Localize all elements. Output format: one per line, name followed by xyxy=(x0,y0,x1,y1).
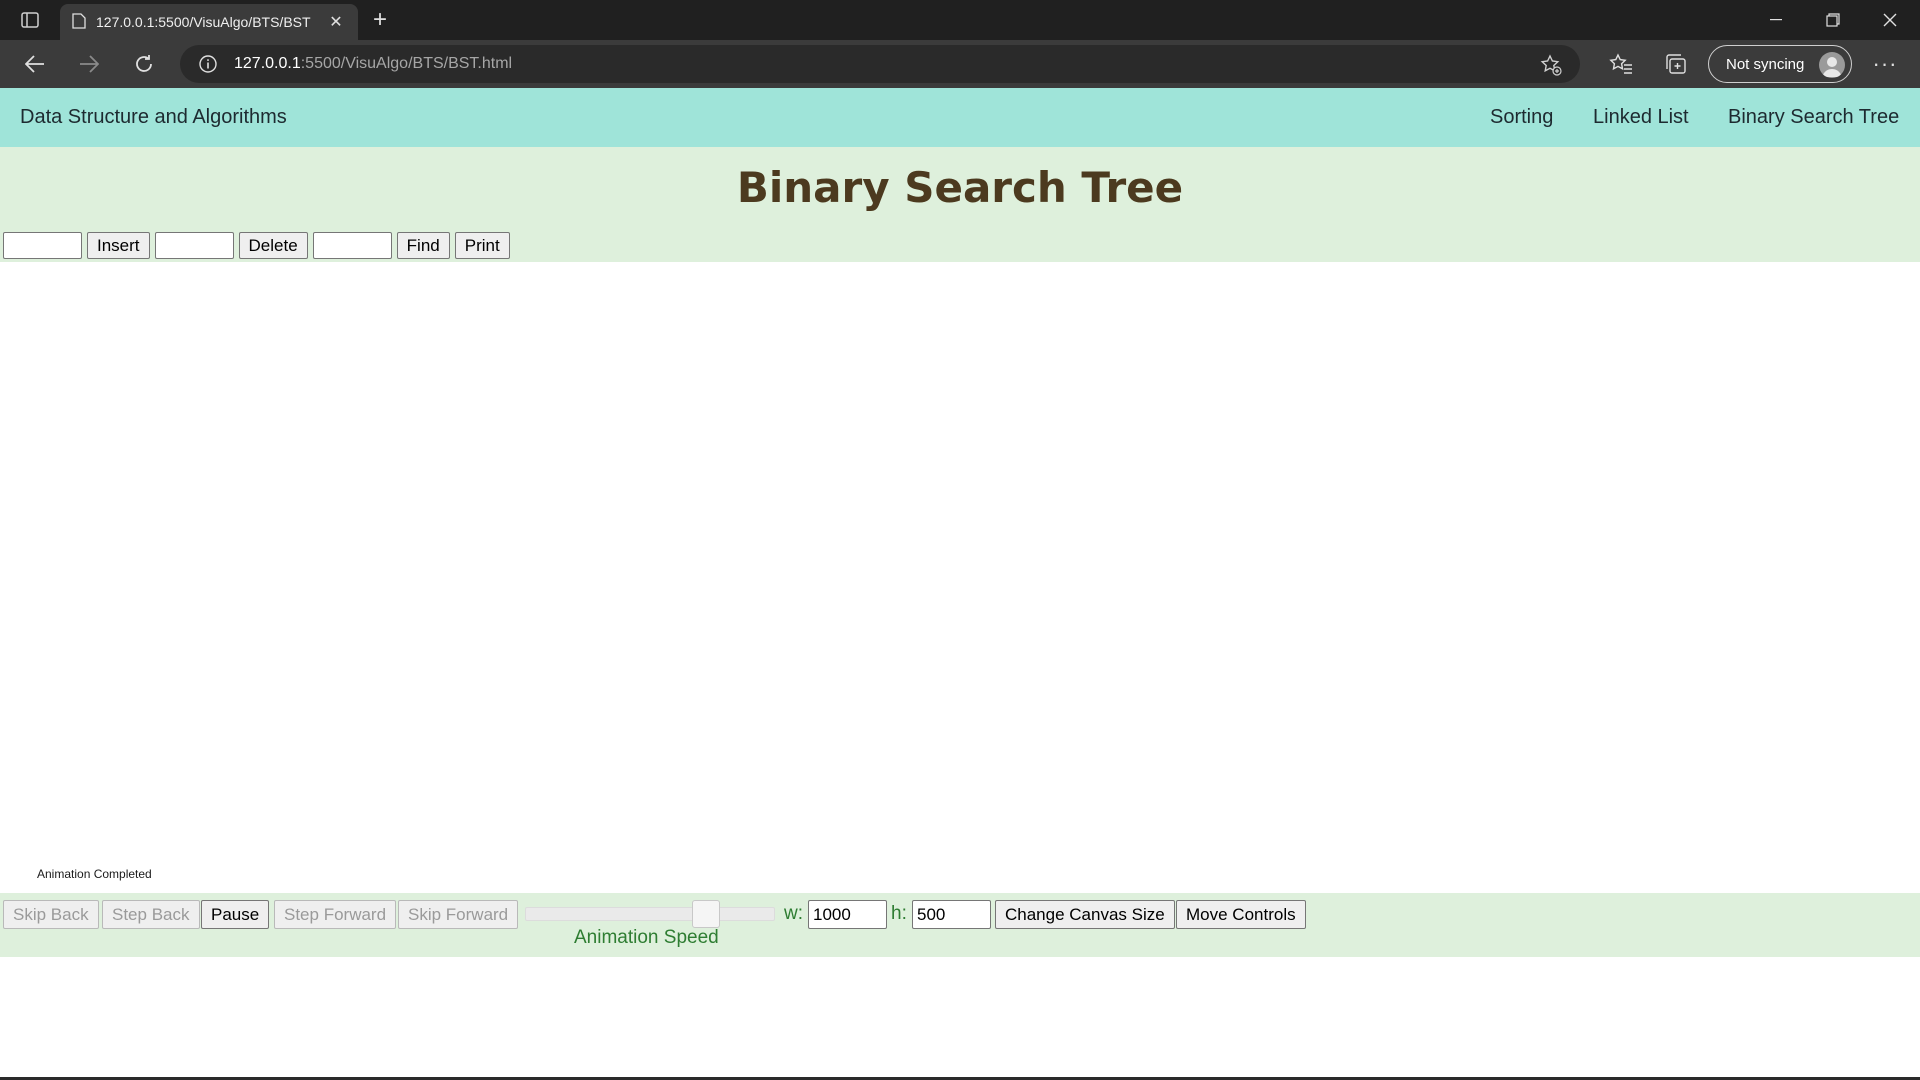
slider-thumb[interactable] xyxy=(692,900,720,928)
url-path: :5500/VisuAlgo/BTS/BST.html xyxy=(300,55,513,72)
restore-icon[interactable] xyxy=(1805,0,1861,40)
address-bar[interactable]: 127.0.0.1:5500/VisuAlgo/BTS/BST.html xyxy=(180,45,1580,83)
browser-toolbar: 127.0.0.1:5500/VisuAlgo/BTS/BST.html Not… xyxy=(0,40,1920,88)
sync-label: Not syncing xyxy=(1726,55,1805,73)
more-options-icon[interactable]: ··· xyxy=(1870,50,1900,78)
browser-tab-bar: 127.0.0.1:5500/VisuAlgo/BTS/BST ✕ + xyxy=(0,0,1920,40)
animation-status-text: Animation Completed xyxy=(37,867,152,881)
step-back-button[interactable]: Step Back xyxy=(102,900,200,929)
step-forward-button[interactable]: Step Forward xyxy=(274,900,397,929)
pause-button[interactable]: Pause xyxy=(201,900,270,929)
url-host: 127.0.0.1 xyxy=(234,55,301,72)
sync-status-button[interactable]: Not syncing xyxy=(1708,45,1852,83)
close-tab-icon[interactable]: ✕ xyxy=(326,12,346,32)
nav-link-sorting[interactable]: Sorting xyxy=(1490,106,1553,129)
profile-avatar-icon xyxy=(1819,52,1845,78)
page-title: Binary Search Tree xyxy=(736,163,1184,212)
animation-speed-label: Animation Speed xyxy=(574,927,719,948)
tab-title: 127.0.0.1:5500/VisuAlgo/BTS/BST xyxy=(96,14,311,30)
print-button[interactable]: Print xyxy=(454,232,510,259)
canvas-width-input[interactable] xyxy=(808,900,887,929)
change-canvas-size-button[interactable]: Change Canvas Size xyxy=(995,900,1175,929)
site-navbar: Data Structure and Algorithms Sorting Li… xyxy=(0,88,1920,147)
height-label: h: xyxy=(891,903,907,924)
nav-link-binary-search-tree[interactable]: Binary Search Tree xyxy=(1728,106,1899,129)
minimize-icon[interactable] xyxy=(1748,0,1804,40)
add-favorite-icon[interactable] xyxy=(1540,54,1562,76)
skip-back-button[interactable]: Skip Back xyxy=(3,900,99,929)
collections-icon[interactable] xyxy=(1662,50,1690,78)
refresh-icon[interactable] xyxy=(127,48,161,80)
page-icon xyxy=(72,12,86,32)
animation-speed-slider[interactable] xyxy=(525,900,775,928)
insert-value-input[interactable] xyxy=(3,232,82,259)
url-text: 127.0.0.1:5500/VisuAlgo/BTS/BST.html xyxy=(234,55,512,73)
browser-tab[interactable]: 127.0.0.1:5500/VisuAlgo/BTS/BST ✕ xyxy=(60,4,358,40)
brand-link[interactable]: Data Structure and Algorithms xyxy=(20,106,287,129)
find-button[interactable]: Find xyxy=(396,232,450,259)
skip-forward-button[interactable]: Skip Forward xyxy=(398,900,519,929)
site-info-icon[interactable] xyxy=(198,54,218,74)
canvas-height-input[interactable] xyxy=(912,900,991,929)
algorithm-control-panel: Binary Search Tree Insert Delete Find Pr… xyxy=(0,147,1920,262)
animation-controls-panel: Skip Back Step Back Pause Step Forward S… xyxy=(0,893,1920,957)
algorithm-controls: Insert Delete Find Print xyxy=(3,232,510,259)
insert-button[interactable]: Insert xyxy=(87,232,150,259)
close-window-icon[interactable] xyxy=(1862,0,1918,40)
back-icon[interactable] xyxy=(18,48,52,80)
forward-icon[interactable] xyxy=(72,48,106,80)
slider-track xyxy=(525,907,775,921)
tab-actions-icon[interactable] xyxy=(14,8,46,32)
new-tab-icon[interactable]: + xyxy=(366,6,394,34)
delete-value-input[interactable] xyxy=(154,232,234,259)
delete-button[interactable]: Delete xyxy=(238,232,308,259)
find-value-input[interactable] xyxy=(312,232,392,259)
move-controls-button[interactable]: Move Controls xyxy=(1176,900,1306,929)
width-label: w: xyxy=(784,903,803,924)
favorites-icon[interactable] xyxy=(1607,50,1635,78)
animation-canvas[interactable] xyxy=(0,262,1920,892)
nav-link-linked-list[interactable]: Linked List xyxy=(1593,106,1689,129)
